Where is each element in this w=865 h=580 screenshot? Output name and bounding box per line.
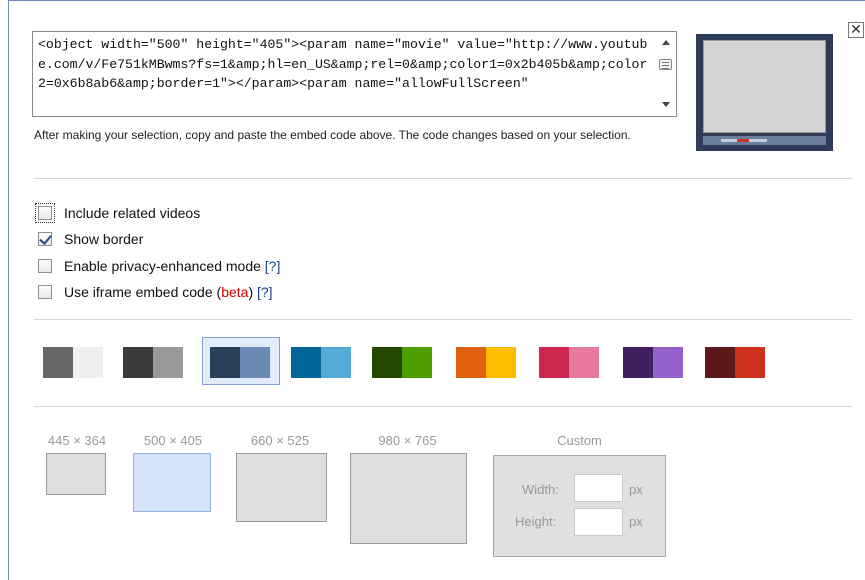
- color-scheme-swatch[interactable]: [539, 347, 599, 378]
- custom-size-label: Custom: [557, 433, 602, 448]
- color-scheme-swatch[interactable]: [456, 347, 516, 378]
- swatch-secondary-color: [569, 347, 599, 378]
- option-include-related-videos[interactable]: Include related videos: [35, 203, 201, 223]
- swatch-primary-color: [705, 347, 735, 378]
- divider: [34, 178, 852, 179]
- size-option-500x405[interactable]: 500 × 405: [128, 433, 218, 513]
- size-label: 500 × 405: [143, 433, 203, 448]
- size-preview-box[interactable]: [133, 453, 211, 512]
- swatch-secondary-color: [321, 347, 351, 378]
- player-preview-screen: [703, 40, 826, 133]
- swatch-primary-color: [372, 347, 402, 378]
- swatch-primary-color: [456, 347, 486, 378]
- privacy-help-link[interactable]: [?]: [265, 258, 281, 274]
- scroll-down-arrow-icon[interactable]: [662, 102, 670, 107]
- swatch-primary-color: [123, 347, 153, 378]
- embed-code-scrollbar[interactable]: [654, 32, 676, 116]
- swatch-primary-color: [43, 347, 73, 378]
- include-related-videos-checkbox[interactable]: [35, 203, 55, 223]
- iframe-embed-code-checkbox[interactable]: [38, 285, 52, 299]
- swatch-primary-color: [210, 347, 240, 378]
- option-show-border[interactable]: Show border: [38, 231, 143, 247]
- size-preview-box[interactable]: [236, 453, 327, 522]
- scroll-thumb[interactable]: [659, 59, 672, 70]
- swatch-primary-color: [623, 347, 653, 378]
- option-label: Include related videos: [64, 205, 201, 221]
- color-scheme-swatch[interactable]: [705, 347, 765, 378]
- swatch-secondary-color: [240, 347, 270, 378]
- option-label: Use iframe embed code (: [64, 284, 222, 300]
- custom-width-unit: px: [629, 482, 643, 497]
- player-preview-thumbnail: [696, 34, 833, 151]
- swatch-secondary-color: [73, 347, 103, 378]
- color-scheme-swatch[interactable]: [372, 347, 432, 378]
- size-option-445x364[interactable]: 445 × 364: [38, 433, 116, 503]
- color-scheme-swatch[interactable]: [291, 347, 351, 378]
- custom-width-label: Width:: [522, 482, 559, 497]
- option-label: Enable privacy-enhanced mode: [64, 258, 261, 274]
- option-iframe-embed-code[interactable]: Use iframe embed code (beta) [?]: [38, 284, 273, 300]
- privacy-enhanced-mode-checkbox[interactable]: [38, 259, 52, 273]
- swatch-secondary-color: [402, 347, 432, 378]
- swatch-primary-color: [291, 347, 321, 378]
- size-label: 445 × 364: [47, 433, 107, 448]
- swatch-secondary-color: [486, 347, 516, 378]
- iframe-help-link[interactable]: [?]: [257, 284, 273, 300]
- color-scheme-swatch[interactable]: [123, 347, 183, 378]
- size-label: 660 × 525: [250, 433, 310, 448]
- option-label-suffix: ): [248, 284, 254, 300]
- swatch-secondary-color: [653, 347, 683, 378]
- scroll-up-arrow-icon[interactable]: [662, 40, 670, 45]
- custom-height-label: Height:: [515, 514, 557, 529]
- custom-size-box[interactable]: Width: px Height: px: [493, 455, 666, 557]
- size-option-980x765[interactable]: 980 × 765: [345, 433, 470, 553]
- close-button[interactable]: ✕: [848, 22, 864, 38]
- custom-width-input[interactable]: [574, 474, 623, 502]
- embed-hint-text: After making your selection, copy and pa…: [34, 128, 631, 142]
- swatch-secondary-color: [735, 347, 765, 378]
- player-preview-controls: [703, 136, 826, 145]
- size-label: 980 × 765: [378, 433, 437, 448]
- size-option-660x525[interactable]: 660 × 525: [230, 433, 330, 523]
- swatch-secondary-color: [153, 347, 183, 378]
- color-scheme-swatch[interactable]: [623, 347, 683, 378]
- divider: [34, 319, 852, 320]
- divider: [34, 406, 852, 407]
- embed-code-textarea[interactable]: <object width="500" height="405"><param …: [32, 31, 677, 117]
- size-preview-box[interactable]: [350, 453, 467, 544]
- embed-code-text[interactable]: <object width="500" height="405"><param …: [38, 35, 648, 94]
- color-scheme-swatch-selected[interactable]: [210, 347, 270, 378]
- beta-label: beta: [221, 284, 249, 300]
- option-label: Show border: [64, 231, 144, 247]
- custom-height-unit: px: [629, 514, 643, 529]
- swatch-primary-color: [539, 347, 569, 378]
- size-preview-box[interactable]: [46, 453, 106, 495]
- color-scheme-swatch[interactable]: [43, 347, 103, 378]
- custom-height-input[interactable]: [574, 508, 623, 536]
- option-privacy-enhanced-mode[interactable]: Enable privacy-enhanced mode [?]: [38, 258, 280, 274]
- show-border-checkbox[interactable]: [38, 232, 52, 246]
